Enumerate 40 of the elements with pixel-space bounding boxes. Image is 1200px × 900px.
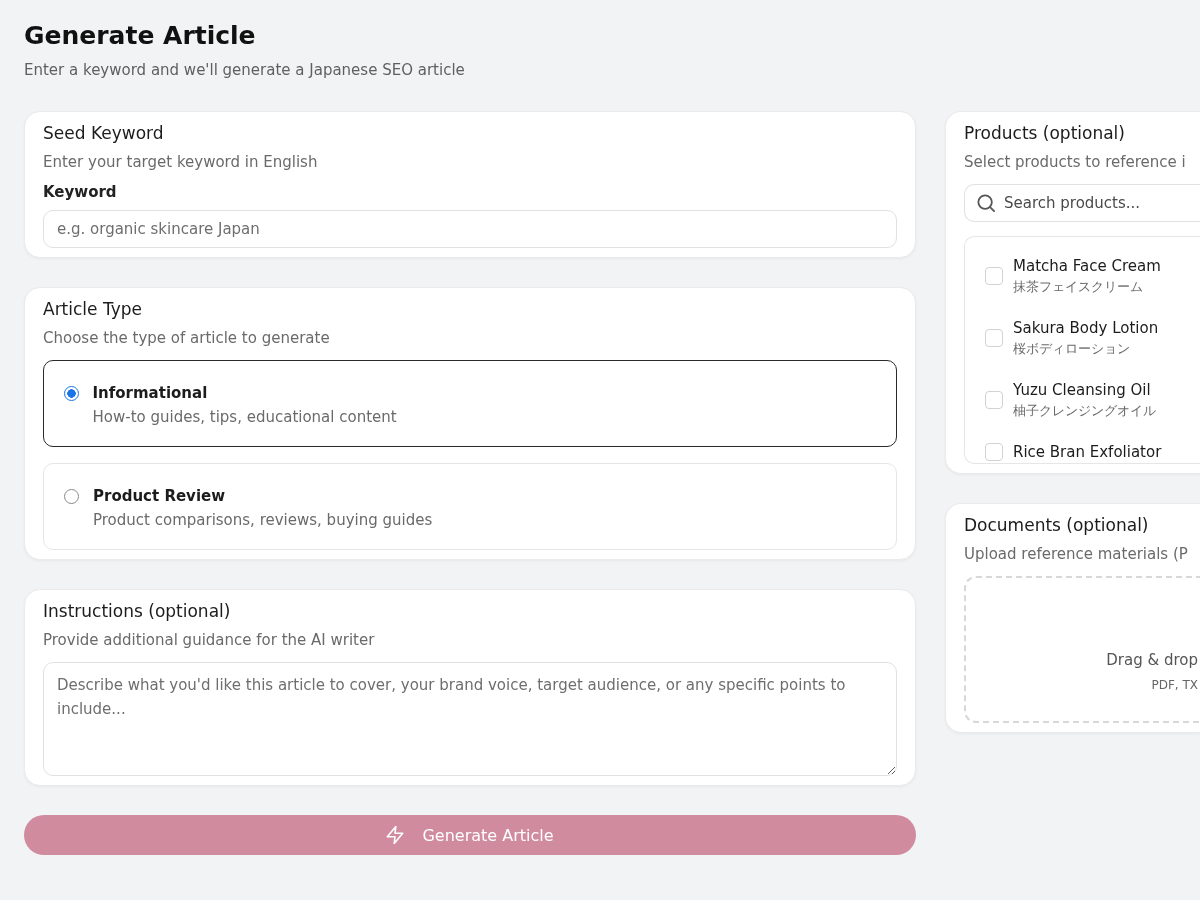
card-description: Select products to reference i (964, 152, 1187, 172)
card-description: Provide additional guidance for the AI writer (43, 630, 376, 650)
product-name-japanese: 抹茶フェイスクリーム (1013, 278, 1144, 296)
lightning-icon (386, 826, 405, 844)
product-name: Sakura Body Lotion (1013, 318, 1159, 338)
file-formats-text: PDF, TX (1151, 677, 1198, 693)
search-icon (977, 194, 995, 212)
card-description: Choose the type of article to generate (43, 328, 331, 348)
product-name-japanese: 柚子クレンジングオイル (1013, 402, 1156, 420)
radio-button[interactable] (64, 489, 79, 504)
card-title: Instructions (optional) (43, 600, 232, 622)
option-title: Product Review (93, 486, 227, 506)
product-name: Yuzu Cleansing Oil (1013, 380, 1152, 400)
drop-zone[interactable]: Drag & drop PDF, TX (964, 576, 1200, 723)
product-name: Rice Bran Exfoliator (1013, 442, 1162, 462)
card-title: Products (optional) (964, 122, 1126, 144)
card-description: Upload reference materials (P (964, 544, 1189, 564)
page-title: Generate Article (24, 20, 257, 52)
product-name: Matcha Face Cream (1013, 256, 1161, 276)
checkbox[interactable] (985, 329, 1003, 347)
checkbox[interactable] (985, 267, 1003, 285)
option-description: How-to guides, tips, educational content (92, 406, 397, 427)
instructions-textarea[interactable]: Describe what you'd like this article to cover, your brand voice, target audience, or any specific points to include... (43, 662, 897, 776)
field-label: Keyword (43, 182, 118, 202)
product-name-japanese: 桜ボディローション (1013, 340, 1131, 358)
checkbox[interactable] (985, 443, 1003, 461)
keyword-input[interactable]: e.g. organic skincare Japan (43, 210, 897, 248)
card-title: Seed Keyword (43, 122, 165, 144)
card-title: Article Type (43, 298, 143, 320)
page-subtitle: Enter a keyword and we'll generate a Japanese SEO article (24, 60, 466, 80)
option-card[interactable]: Product Review Product comparisons, reviews, buying guides (43, 463, 897, 550)
card-description: Enter your target keyword in English (43, 152, 319, 172)
option-description: Product comparisons, reviews, buying guides (93, 510, 433, 530)
option-title: Informational (92, 382, 209, 403)
drop-zone-text: Drag & drop (1106, 650, 1198, 670)
checkbox[interactable] (985, 391, 1003, 409)
search-field[interactable]: Search products... (964, 184, 1200, 222)
radio-button[interactable] (63, 385, 79, 401)
card-title: Documents (optional) (964, 514, 1150, 536)
option-card[interactable]: Informational How-to guides, tips, educational content (43, 360, 897, 447)
